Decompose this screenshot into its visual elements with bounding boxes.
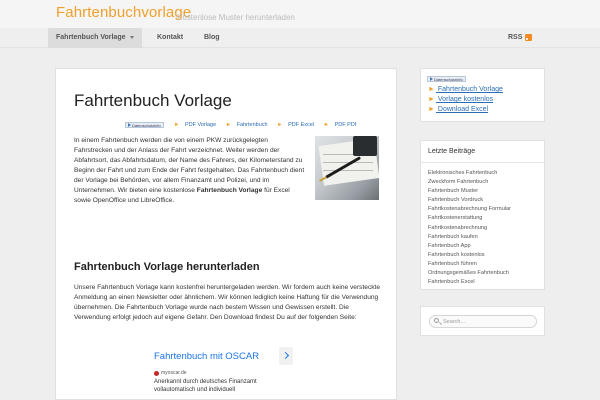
site-header: Fahrtenbuchvorlage Kostenlose Muster her… — [0, 0, 600, 28]
nav-item-blog[interactable]: Blog — [204, 28, 220, 48]
triangle-right-icon: ► — [428, 86, 435, 93]
play-icon — [128, 123, 131, 127]
sidebar-ad-link[interactable]: ► Vorlage kostenlos — [428, 95, 503, 105]
advertiser-logo-icon — [154, 371, 159, 376]
ad-link[interactable]: ► PDF Excel — [277, 122, 318, 128]
nav-item-fahrtenbuch-vorlage[interactable]: Fahrtenbuch Vorlage — [48, 28, 142, 48]
triangle-right-icon: ► — [174, 122, 180, 128]
ad-link-label: PDF Vorlage — [184, 122, 217, 128]
intro-bold: Fahrtenbuch Vorlage — [196, 187, 263, 194]
list-item[interactable]: Fahrtkostenerstattung — [428, 214, 511, 223]
nav-item-label: Fahrtenbuch Vorlage — [56, 34, 126, 41]
list-item[interactable]: Elektronisches Fahrtenbuch — [428, 169, 511, 178]
list-item[interactable]: Fahrtenbuch Muster — [428, 187, 511, 196]
ad-info-badge[interactable]: Datenschutzinfo — [427, 76, 466, 82]
recent-posts-list: Elektronisches Fahrtenbuch Zweckform Fah… — [428, 169, 511, 287]
site-title[interactable]: Fahrtenbuchvorlage — [56, 4, 191, 21]
rss-icon — [525, 33, 533, 41]
ad-box[interactable]: Fahrtenbuch mit OSCAR myoscar.de Anerkan… — [154, 345, 298, 399]
ad-headline[interactable]: Fahrtenbuch mit OSCAR — [154, 351, 259, 362]
main-navbar: Fahrtenbuch Vorlage Kontakt Blog RSS — [0, 28, 600, 48]
sidebar-ad-link-label: Vorlage kostenlos — [437, 96, 494, 103]
search-icon — [434, 318, 439, 323]
main-content: Fahrtenbuch Vorlage Datenschutzinfo ► PD… — [55, 68, 397, 400]
nav-item-kontakt[interactable]: Kontakt — [157, 28, 183, 48]
list-item[interactable]: Fahrtenbuch Vordruck — [428, 196, 511, 205]
sidebar-ad-link[interactable]: ► Fahrtenbuch Vorlage — [428, 85, 503, 95]
nav-item-label: Blog — [204, 34, 220, 41]
list-item[interactable]: Fahrtenbuch führen — [428, 260, 511, 269]
triangle-right-icon: ► — [428, 96, 435, 103]
list-item[interactable]: Ordnungsgemäßes Fahrtenbuch — [428, 269, 511, 278]
sheet-line — [323, 170, 373, 171]
ad-domain: myoscar.de — [161, 370, 187, 376]
site-tagline: Kostenlose Muster herunterladen — [177, 13, 295, 22]
list-item[interactable]: Fahrtenbuch kaufen — [428, 233, 511, 242]
logbook-pen-photo — [315, 136, 379, 200]
list-item[interactable]: Fahrtenbuch kostenlos — [428, 251, 511, 260]
ad-link-label: PDF Excel — [288, 122, 315, 128]
ad-description: Anerkannt durch deutsches Finanzamt voll… — [154, 379, 257, 393]
page-title: Fahrtenbuch Vorlage — [74, 91, 232, 110]
calculator-shape — [353, 136, 377, 156]
section-paragraph: Unsere Fahrtenbuch Vorlage kann kostenfr… — [74, 284, 381, 321]
triangle-right-icon: ► — [277, 122, 283, 128]
triangle-right-icon: ► — [428, 106, 435, 113]
list-item[interactable]: Fahrtenbuch Excel — [428, 278, 511, 287]
intro-text: In einem Fahrtenbuch werden die von eine… — [74, 137, 305, 194]
ad-link-label: PDF PDf — [334, 122, 357, 128]
play-icon — [430, 77, 433, 81]
ad-info-label: Datenschutzinfo — [434, 77, 463, 82]
section-title: Fahrtenbuch Vorlage herunterladen — [74, 261, 260, 273]
chevron-right-icon[interactable] — [279, 347, 293, 365]
recent-posts-widget: Letzte Beiträge Elektronisches Fahrtenbu… — [420, 140, 545, 290]
ad-link[interactable]: ► PDF PDf — [324, 122, 361, 128]
ad-link[interactable]: ► Fahrtenbuch — [226, 122, 272, 128]
search-widget: Search… — [420, 306, 545, 336]
nav-item-label: Kontakt — [157, 34, 184, 41]
intro-paragraph: In einem Fahrtenbuch werden die von eine… — [74, 136, 306, 206]
sidebar-ad-link-label: Download Excel — [437, 106, 489, 113]
chevron-down-icon — [129, 35, 134, 39]
ad-link-label: Fahrtenbuch — [236, 122, 268, 128]
rss-label: RSS — [508, 34, 523, 41]
ad-info-label: Datenschutzinfo — [132, 123, 161, 128]
ad-info-badge[interactable]: Datenschutzinfo — [125, 122, 164, 128]
nav-item-rss[interactable]: RSS — [508, 28, 533, 48]
search-placeholder: Search… — [443, 318, 466, 325]
search-input[interactable]: Search… — [429, 315, 537, 328]
list-item[interactable]: Zweckform Fahrtenbuch — [428, 178, 511, 187]
ad-links: ► PDF Vorlage ► Fahrtenbuch ► PDF Excel … — [174, 122, 364, 128]
ad-link[interactable]: ► PDF Vorlage — [174, 122, 220, 128]
triangle-right-icon: ► — [323, 122, 330, 128]
triangle-right-icon: ► — [225, 122, 232, 128]
sidebar-ad-links: ► Fahrtenbuch Vorlage ► Vorlage kostenlo… — [428, 85, 503, 115]
list-item[interactable]: Fahrtenbuch App — [428, 242, 511, 251]
sidebar-ad-link[interactable]: ► Download Excel — [428, 105, 503, 115]
sidebar-ad-widget: Datenschutzinfo ► Fahrtenbuch Vorlage ► … — [420, 68, 545, 122]
sidebar-ad-link-label: Fahrtenbuch Vorlage — [437, 86, 503, 93]
list-item[interactable]: Fahrtkostenabrechnung — [428, 224, 511, 233]
list-item[interactable]: Fahrtkostenabrechnung Formular — [428, 205, 511, 214]
recent-posts-heading: Letzte Beiträge — [421, 141, 544, 163]
